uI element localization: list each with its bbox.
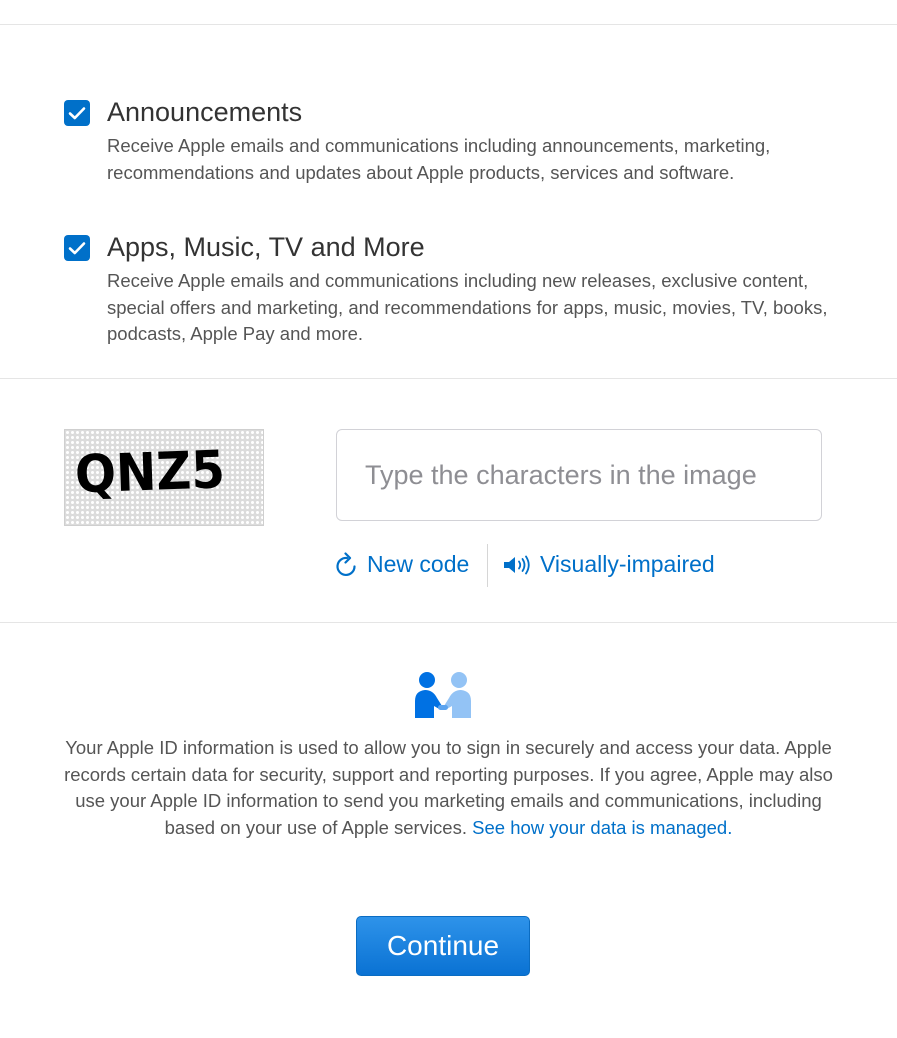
refresh-icon xyxy=(336,551,356,576)
handshake-people-icon xyxy=(415,672,471,718)
captcha-input[interactable] xyxy=(336,429,822,521)
visually-impaired-button[interactable]: Visually-impaired xyxy=(502,551,715,578)
section-divider xyxy=(0,378,897,379)
preference-description: Receive Apple emails and communications … xyxy=(107,135,771,183)
apps-music-tv-checkbox[interactable] xyxy=(64,235,90,261)
checkmark-icon xyxy=(68,242,86,255)
preference-title: Announcements xyxy=(107,97,303,127)
new-code-label: New code xyxy=(367,551,470,577)
visually-impaired-label: Visually-impaired xyxy=(540,551,715,577)
privacy-disclosure: Your Apple ID information is used to all… xyxy=(55,735,842,841)
captcha-image: QNZ5 xyxy=(64,429,264,526)
speaker-icon xyxy=(504,555,530,574)
continue-button[interactable]: Continue xyxy=(356,916,530,976)
data-management-link[interactable]: See how your data is managed. xyxy=(472,817,732,838)
preference-title: Apps, Music, TV and More xyxy=(107,232,425,262)
link-separator xyxy=(487,544,488,587)
top-divider xyxy=(0,24,897,25)
new-code-button[interactable]: New code xyxy=(335,551,469,578)
preference-description: Receive Apple emails and communications … xyxy=(107,270,828,344)
section-divider xyxy=(0,622,897,623)
captcha-glyphs: QNZ5 xyxy=(74,440,226,505)
announcements-checkbox[interactable] xyxy=(64,100,90,126)
checkmark-icon xyxy=(68,107,86,120)
captcha-code: QNZ5 xyxy=(74,440,226,505)
preference-announcements: Announcements Receive Apple emails and c… xyxy=(64,97,844,210)
preference-apps-music-tv: Apps, Music, TV and More Receive Apple e… xyxy=(64,232,844,345)
